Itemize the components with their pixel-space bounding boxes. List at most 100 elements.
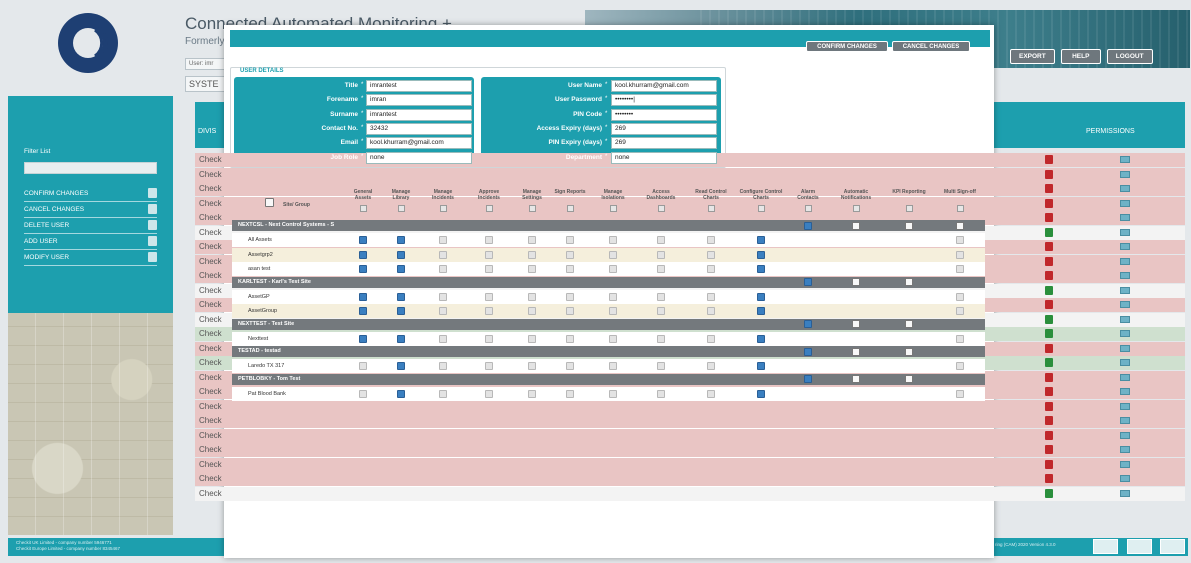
permission-checkbox[interactable] xyxy=(528,236,536,244)
permission-checkbox[interactable] xyxy=(566,236,574,244)
group-checkbox[interactable] xyxy=(804,347,812,356)
permissions-icon[interactable] xyxy=(1120,330,1130,337)
permission-checkbox[interactable] xyxy=(485,292,493,301)
group-checkbox[interactable] xyxy=(852,221,860,230)
permissions-icon[interactable] xyxy=(1120,388,1130,395)
permission-checkbox[interactable] xyxy=(439,250,447,259)
column-select-checkbox[interactable] xyxy=(708,205,715,212)
permission-checkbox[interactable] xyxy=(439,292,447,301)
column-select-checkbox[interactable] xyxy=(658,205,665,212)
table-row[interactable]: Check xyxy=(195,167,1185,182)
permission-checkbox[interactable] xyxy=(439,265,447,273)
column-select-checkbox[interactable] xyxy=(758,205,765,212)
permission-checkbox[interactable] xyxy=(528,307,536,315)
group-checkbox[interactable] xyxy=(852,320,860,328)
permission-checkbox[interactable] xyxy=(359,236,367,244)
field-input-pin-code[interactable]: •••••••• xyxy=(611,108,717,121)
permission-checkbox[interactable] xyxy=(757,236,765,244)
field-input-surname[interactable]: imrantest xyxy=(366,108,472,121)
permission-checkbox[interactable] xyxy=(439,389,447,398)
permissions-icon[interactable] xyxy=(1120,286,1130,294)
permission-checkbox[interactable] xyxy=(566,334,574,343)
permissions-icon[interactable] xyxy=(1120,359,1130,366)
permission-checkbox[interactable] xyxy=(956,236,964,244)
permission-checkbox[interactable] xyxy=(439,334,447,343)
permissions-icon[interactable] xyxy=(1120,272,1130,279)
permission-checkbox[interactable] xyxy=(528,334,536,343)
column-select-checkbox[interactable] xyxy=(906,205,913,212)
permission-checkbox[interactable] xyxy=(757,362,765,370)
permission-checkbox[interactable] xyxy=(757,250,765,259)
sidebar-modify-user[interactable]: MODIFY USER xyxy=(24,252,157,266)
permission-checkbox[interactable] xyxy=(609,265,617,273)
permission-checkbox[interactable] xyxy=(485,236,493,244)
permission-checkbox[interactable] xyxy=(485,307,493,315)
permission-checkbox[interactable] xyxy=(657,292,665,301)
field-input-access-expiry-days-[interactable]: 269 xyxy=(611,122,717,135)
permissions-icon[interactable] xyxy=(1120,214,1130,221)
group-checkbox[interactable] xyxy=(905,278,913,286)
group-checkbox[interactable] xyxy=(852,375,860,383)
permission-checkbox[interactable] xyxy=(609,389,617,398)
permissions-icon[interactable] xyxy=(1120,315,1130,323)
permission-checkbox[interactable] xyxy=(956,389,964,398)
field-input-user-name[interactable]: kool.khurram@gmail.com xyxy=(611,80,717,92)
permission-checkbox[interactable] xyxy=(609,292,617,301)
permission-checkbox[interactable] xyxy=(657,236,665,244)
permission-checkbox[interactable] xyxy=(485,265,493,273)
permission-checkbox[interactable] xyxy=(566,389,574,398)
group-checkbox[interactable] xyxy=(905,221,913,230)
permission-checkbox[interactable] xyxy=(707,334,715,343)
group-checkbox[interactable] xyxy=(905,347,913,356)
permission-checkbox[interactable] xyxy=(707,307,715,315)
permission-checkbox[interactable] xyxy=(707,389,715,398)
permission-checkbox[interactable] xyxy=(397,292,405,301)
permissions-icon[interactable] xyxy=(1120,344,1130,352)
permission-checkbox[interactable] xyxy=(566,265,574,273)
permission-checkbox[interactable] xyxy=(566,292,574,301)
group-checkbox[interactable] xyxy=(905,375,913,383)
group-checkbox[interactable] xyxy=(956,221,964,230)
export-button[interactable]: EXPORT xyxy=(1010,49,1055,64)
permission-checkbox[interactable] xyxy=(609,362,617,370)
permission-checkbox[interactable] xyxy=(528,265,536,273)
group-checkbox[interactable] xyxy=(804,320,812,328)
permission-checkbox[interactable] xyxy=(757,265,765,273)
group-checkbox[interactable] xyxy=(804,375,812,383)
permission-checkbox[interactable] xyxy=(956,292,964,301)
permission-checkbox[interactable] xyxy=(757,307,765,315)
permission-checkbox[interactable] xyxy=(359,334,367,343)
permission-checkbox[interactable] xyxy=(707,250,715,259)
column-select-checkbox[interactable] xyxy=(853,205,860,212)
permission-checkbox[interactable] xyxy=(359,292,367,301)
tablet-icon[interactable] xyxy=(1127,539,1152,554)
field-input-pin-expiry-days-[interactable]: 269 xyxy=(611,137,717,150)
field-input-email[interactable]: kool.khurram@gmail.com xyxy=(366,137,472,150)
sidebar-confirm-changes[interactable]: CONFIRM CHANGES xyxy=(24,188,157,202)
group-checkbox[interactable] xyxy=(905,320,913,328)
permission-checkbox[interactable] xyxy=(609,236,617,244)
permission-checkbox[interactable] xyxy=(397,334,405,343)
filter-input[interactable] xyxy=(24,162,157,174)
group-checkbox[interactable] xyxy=(852,278,860,286)
permission-checkbox[interactable] xyxy=(956,265,964,273)
permission-checkbox[interactable] xyxy=(528,389,536,398)
permission-checkbox[interactable] xyxy=(707,236,715,244)
table-row[interactable]: Check xyxy=(195,443,1185,457)
monitor-icon[interactable] xyxy=(1093,539,1118,554)
permission-checkbox[interactable] xyxy=(397,362,405,370)
permission-checkbox[interactable] xyxy=(657,362,665,370)
column-select-checkbox[interactable] xyxy=(567,205,574,212)
permissions-icon[interactable] xyxy=(1120,475,1130,482)
table-row[interactable]: Check xyxy=(195,472,1185,486)
permission-checkbox[interactable] xyxy=(439,307,447,315)
permissions-icon[interactable] xyxy=(1120,417,1130,424)
permission-checkbox[interactable] xyxy=(566,362,574,370)
permission-checkbox[interactable] xyxy=(757,334,765,343)
sidebar-add-user[interactable]: ADD USER xyxy=(24,236,157,250)
permission-checkbox[interactable] xyxy=(397,265,405,273)
permission-checkbox[interactable] xyxy=(609,250,617,259)
permissions-icon[interactable] xyxy=(1120,243,1130,250)
permissions-icon[interactable] xyxy=(1120,185,1130,192)
permission-checkbox[interactable] xyxy=(707,265,715,273)
